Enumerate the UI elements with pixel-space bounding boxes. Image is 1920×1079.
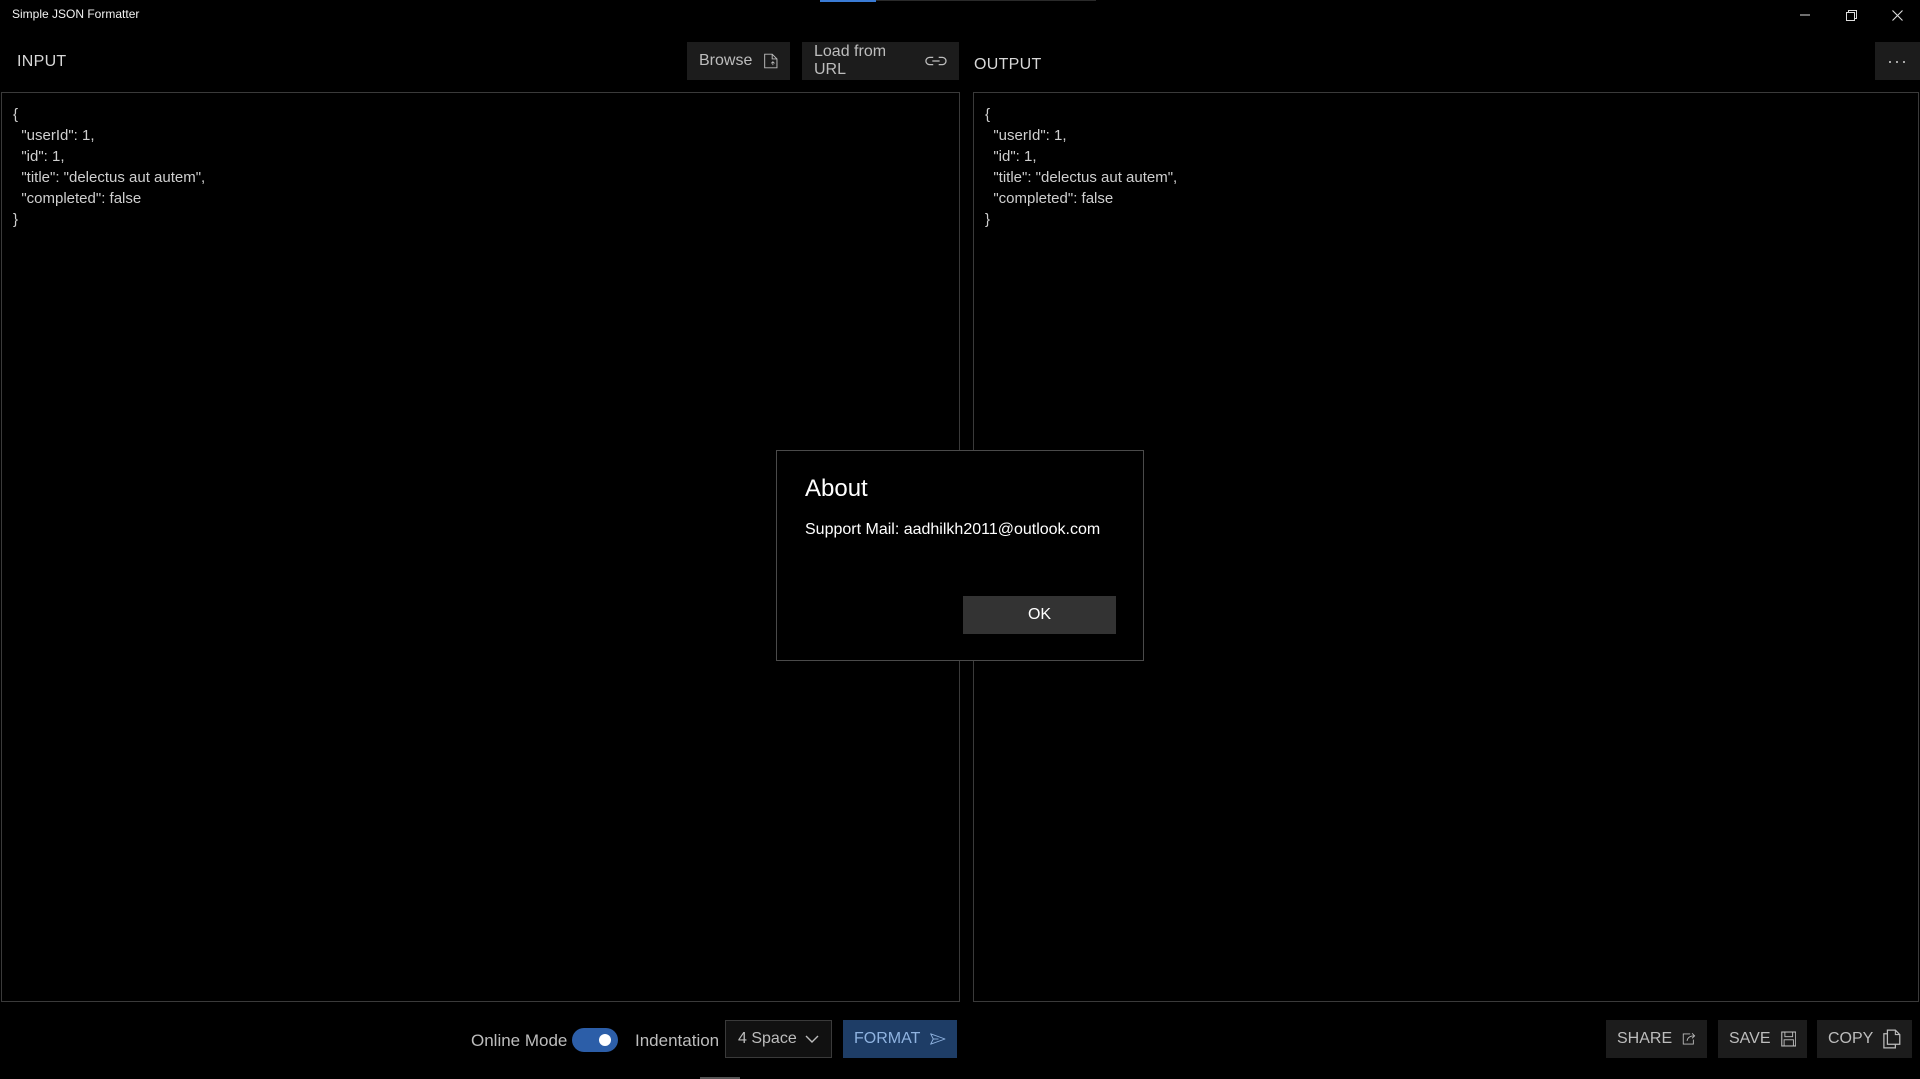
about-dialog: About Support Mail: aadhilkh2011@outlook…	[776, 450, 1144, 661]
toggle-knob	[599, 1034, 611, 1046]
dialog-message: Support Mail: aadhilkh2011@outlook.com	[805, 521, 1101, 538]
output-code: { "userId": 1, "id": 1, "title": "delect…	[985, 106, 1178, 228]
copy-button[interactable]: COPY	[1817, 1020, 1912, 1058]
minimize-icon	[1800, 14, 1810, 16]
more-icon: ···	[1887, 50, 1908, 71]
title-bar: Simple JSON Formatter	[0, 0, 1920, 30]
output-label: OUTPUT	[974, 56, 1042, 73]
online-mode-toggle[interactable]	[572, 1028, 618, 1052]
close-button[interactable]	[1874, 0, 1920, 30]
browse-label: Browse	[699, 52, 753, 69]
copy-label: COPY	[1828, 1030, 1874, 1047]
link-icon	[925, 56, 947, 66]
share-label: SHARE	[1617, 1030, 1673, 1047]
format-button[interactable]: FORMAT	[843, 1020, 957, 1058]
file-icon	[764, 53, 778, 69]
minimize-button[interactable]	[1782, 0, 1828, 30]
share-icon	[1682, 1033, 1696, 1045]
load-url-label: Load from URL	[814, 43, 887, 78]
browse-button[interactable]: Browse	[687, 42, 790, 80]
save-icon	[1780, 1031, 1796, 1047]
load-url-button[interactable]: Load from URL	[802, 42, 959, 80]
ok-label: OK	[1027, 606, 1052, 623]
indentation-value: 4 Space	[738, 1030, 797, 1047]
online-mode-label: Online Mode	[471, 1031, 568, 1050]
restore-button[interactable]	[1828, 0, 1874, 30]
format-label: FORMAT	[854, 1030, 921, 1047]
ok-button[interactable]: OK	[963, 596, 1116, 634]
dialog-title: About	[805, 475, 868, 502]
indentation-select[interactable]: 4 Space	[725, 1020, 832, 1058]
restore-icon	[1845, 9, 1857, 21]
share-button[interactable]: SHARE	[1606, 1020, 1707, 1058]
save-label: SAVE	[1729, 1030, 1771, 1047]
copy-icon	[1883, 1029, 1901, 1049]
input-code: { "userId": 1, "id": 1, "title": "delect…	[13, 106, 206, 228]
input-label: INPUT	[17, 53, 67, 70]
title-accent-line	[820, 0, 876, 2]
send-icon	[930, 1033, 946, 1045]
chevron-down-icon	[805, 1035, 819, 1043]
app-title: Simple JSON Formatter	[12, 7, 140, 21]
more-options-button[interactable]: ···	[1875, 42, 1920, 80]
indentation-label: Indentation	[635, 1031, 720, 1050]
save-button[interactable]: SAVE	[1718, 1020, 1807, 1058]
title-divider-line	[876, 0, 1096, 1]
close-icon	[1891, 9, 1903, 21]
